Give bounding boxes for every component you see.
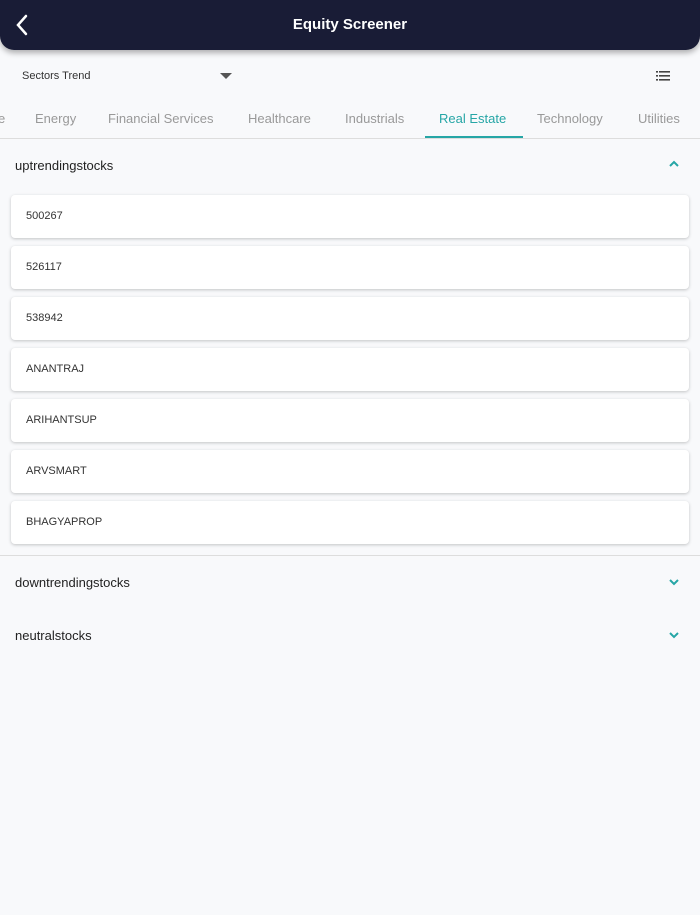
stock-item[interactable]: ANANTRAJ bbox=[11, 348, 689, 391]
sector-tabs: e Energy Financial Services Healthcare I… bbox=[0, 100, 700, 139]
neutral-section-header[interactable]: neutralstocks bbox=[15, 628, 92, 643]
tab-real-estate[interactable]: Real Estate bbox=[439, 111, 506, 126]
app-header: Equity Screener bbox=[0, 0, 700, 50]
stock-item[interactable]: ARIHANTSUP bbox=[11, 399, 689, 442]
stock-item[interactable]: 538942 bbox=[11, 297, 689, 340]
stock-item[interactable]: 500267 bbox=[11, 195, 689, 238]
chevron-down-icon[interactable] bbox=[668, 578, 680, 586]
active-tab-indicator bbox=[425, 136, 523, 138]
dropdown-value: Sectors Trend bbox=[22, 70, 91, 82]
tab-partial[interactable]: e bbox=[0, 111, 5, 126]
chevron-down-icon[interactable] bbox=[668, 631, 680, 639]
tab-financial-services[interactable]: Financial Services bbox=[108, 111, 214, 126]
page-title: Equity Screener bbox=[292, 16, 408, 33]
uptrending-section-header[interactable]: uptrendingstocks bbox=[15, 158, 113, 173]
tab-industrials[interactable]: Industrials bbox=[345, 111, 404, 126]
list-view-icon[interactable] bbox=[656, 71, 670, 81]
stock-item[interactable]: 526117 bbox=[11, 246, 689, 289]
divider bbox=[0, 555, 700, 556]
tab-utilities[interactable]: Utilities bbox=[638, 111, 680, 126]
caret-down-icon bbox=[220, 73, 232, 79]
chevron-up-icon[interactable] bbox=[668, 160, 680, 168]
tab-energy[interactable]: Energy bbox=[35, 111, 76, 126]
tab-healthcare[interactable]: Healthcare bbox=[248, 111, 311, 126]
tab-technology[interactable]: Technology bbox=[537, 111, 603, 126]
stock-item[interactable]: ARVSMART bbox=[11, 450, 689, 493]
downtrending-section-header[interactable]: downtrendingstocks bbox=[15, 575, 130, 590]
sectors-trend-dropdown[interactable]: Sectors Trend bbox=[22, 70, 234, 84]
stock-item[interactable]: BHAGYAPROP bbox=[11, 501, 689, 544]
